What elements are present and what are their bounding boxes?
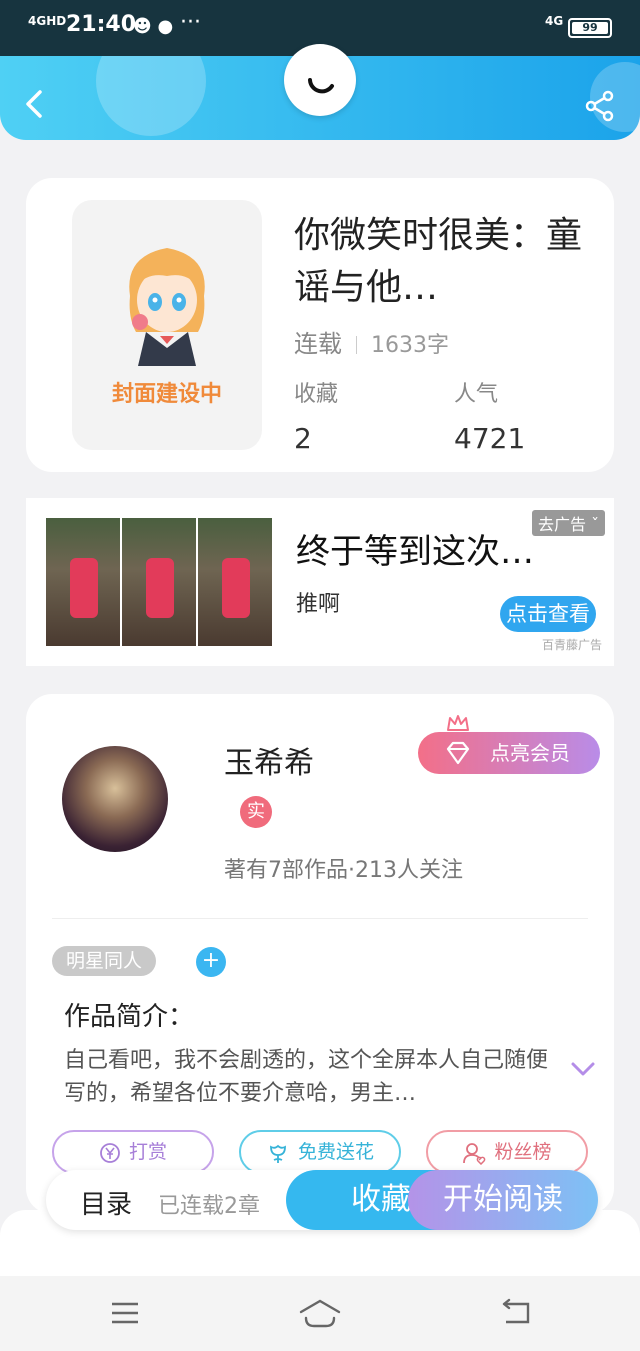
- popularity-label: 人气: [454, 382, 499, 407]
- intro-text: 自己看吧，我不会剧透的，这个全屏本人自己随便写的，希望各位不要介意哈，男主…: [64, 1048, 549, 1106]
- vip-button[interactable]: 点亮会员: [418, 732, 600, 774]
- category-tag[interactable]: 明星同人: [52, 946, 157, 976]
- cover-mascot-image: [129, 248, 205, 366]
- author-card: 玉希希 点亮会员 实 著有7部作品·213人关注 明星同人 + 作品简介： 自己…: [26, 694, 614, 1214]
- table-of-contents-button[interactable]: 目录: [80, 1184, 132, 1221]
- author-name: 玉希希: [224, 746, 314, 781]
- network-indicator: 4G: [545, 14, 564, 28]
- chapter-count: 已连载2章: [158, 1194, 260, 1219]
- send-flower-button[interactable]: 免费送花: [239, 1130, 401, 1174]
- vip-label: 点亮会员: [490, 741, 570, 765]
- author-stats: 著有7部作品·213人关注: [224, 858, 463, 883]
- verified-badge: 实: [240, 796, 272, 828]
- loading-spinner: [284, 44, 356, 116]
- expand-chevron-icon[interactable]: [570, 1060, 596, 1078]
- ad-banner[interactable]: 终于等到这次活… 推啊 去广告 ˇ 点击查看 百青藤广告: [26, 498, 614, 666]
- divider: [52, 918, 588, 919]
- signal-indicator: 4GHD: [28, 14, 67, 28]
- favorites-label: 收藏: [294, 382, 339, 407]
- book-info-card: 封面建设中 你微笑时很美：童谣与他… 连载 1633字 收藏 2 人气 4721: [26, 178, 614, 472]
- menu-icon[interactable]: [110, 1298, 140, 1328]
- fans-ranking-button[interactable]: 粉丝榜: [426, 1130, 588, 1174]
- book-meta: 连载 1633字: [294, 324, 449, 359]
- favorites-count: 2: [294, 422, 312, 455]
- back-icon[interactable]: [20, 88, 52, 120]
- diamond-icon: [446, 741, 470, 765]
- tip-label: 打赏: [128, 1141, 167, 1163]
- author-avatar[interactable]: [62, 746, 168, 852]
- popularity-count: 4721: [454, 422, 526, 455]
- share-icon[interactable]: [584, 90, 616, 122]
- ad-source: 百青藤广告: [542, 638, 603, 652]
- book-cover[interactable]: 封面建设中: [72, 200, 262, 450]
- home-icon[interactable]: [298, 1298, 342, 1330]
- crown-icon: [447, 715, 469, 731]
- add-tag-button[interactable]: +: [196, 947, 226, 977]
- battery-level: 99: [572, 22, 608, 34]
- cover-placeholder-text: 封面建设中: [111, 382, 222, 407]
- tip-button[interactable]: 打赏: [52, 1130, 214, 1174]
- back-nav-icon[interactable]: [500, 1298, 532, 1328]
- flower-label: 免费送花: [297, 1141, 374, 1163]
- ad-image[interactable]: [46, 518, 274, 646]
- flower-icon: [270, 1144, 286, 1163]
- battery-icon: 99: [568, 18, 612, 38]
- remove-ad-button[interactable]: 去广告 ˇ: [532, 510, 606, 536]
- word-count: 1633字: [371, 333, 449, 358]
- chevron-down-icon: ˇ: [591, 515, 600, 534]
- remove-ad-label: 去广告: [538, 515, 587, 534]
- ad-view-button[interactable]: 点击查看: [500, 596, 596, 632]
- ad-subtitle: 推啊: [296, 592, 341, 617]
- ad-title: 终于等到这次活…: [296, 532, 566, 572]
- clock: 21:40: [66, 12, 137, 37]
- yen-icon: [100, 1142, 120, 1163]
- fans-user-icon: [463, 1142, 486, 1165]
- meta-divider: [356, 336, 357, 354]
- bottom-action-bar: 目录 已连载2章 收藏 开始阅读: [46, 1170, 598, 1230]
- intro-heading: 作品简介：: [64, 1002, 195, 1032]
- system-nav-bar: [0, 1276, 640, 1351]
- start-reading-button[interactable]: 开始阅读: [408, 1170, 598, 1230]
- fans-label: 粉丝榜: [494, 1141, 552, 1163]
- book-title: 你微笑时很美：童谣与他…: [294, 215, 583, 308]
- qq-icon: ☻ ●: [133, 16, 174, 37]
- serial-status: 连载: [294, 330, 342, 358]
- more-notifications-icon: ···: [180, 10, 201, 35]
